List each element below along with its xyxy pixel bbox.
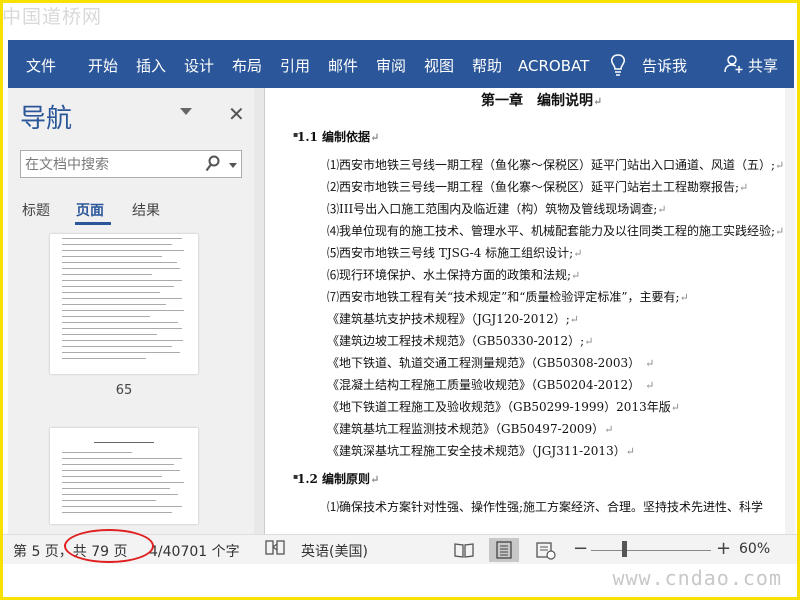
tab-results[interactable]: 结果 bbox=[132, 200, 160, 220]
language-status[interactable]: 英语(美国) bbox=[301, 541, 368, 561]
watermark-top: 中国道桥网 bbox=[2, 6, 103, 28]
section-heading-1-2: 1.2 编制原则↵ bbox=[297, 472, 380, 486]
close-icon[interactable]: ✕ bbox=[228, 102, 245, 126]
zoom-level[interactable]: 60% bbox=[739, 541, 770, 557]
list-item: 《建筑基坑工程监测技术规范》（GB50497-2009）↵ bbox=[327, 422, 614, 436]
document-area[interactable]: 第一章 编制说明↵ ▪ 1.1 编制依据↵ ⑴西安市地铁三号线一期工程（鱼化寨～… bbox=[264, 88, 795, 534]
tab-review[interactable]: 审阅 bbox=[376, 40, 406, 88]
tab-design[interactable]: 设计 bbox=[184, 40, 214, 88]
chapter-title: 第一章 编制说明↵ bbox=[481, 93, 603, 109]
zoom-in-button[interactable]: + bbox=[716, 538, 731, 559]
tab-insert[interactable]: 插入 bbox=[136, 40, 166, 88]
tab-acrobat[interactable]: ACROBAT bbox=[518, 40, 589, 88]
list-item: ⑸西安市地铁三号线 TJSG-4 标施工组织设计;↵ bbox=[327, 246, 583, 260]
list-item: ⑺西安市地铁工程有关“技术规定”和“质量检验评定标准”，主要有;↵ bbox=[327, 290, 689, 304]
print-layout-button[interactable] bbox=[489, 538, 519, 562]
list-item: ⑷我单位现有的施工技术、管理水平、机械配套能力及以往同类工程的施工实践经验;↵ bbox=[327, 224, 785, 238]
list-item: 《地下铁道、轨道交通工程测量规范》（GB50308-2003） ↵ bbox=[327, 356, 655, 370]
tab-mailings[interactable]: 邮件 bbox=[328, 40, 358, 88]
tab-file[interactable]: 文件 bbox=[26, 40, 56, 88]
nav-title: 导航 bbox=[20, 104, 73, 134]
share-person-icon[interactable] bbox=[724, 54, 744, 78]
search-box[interactable] bbox=[20, 150, 242, 178]
page-count-status[interactable]: 第 5 页，共 79 页 bbox=[13, 541, 128, 561]
zoom-slider-track[interactable] bbox=[591, 550, 711, 551]
tab-help[interactable]: 帮助 bbox=[472, 40, 502, 88]
watermark-bottom: www.cndao.com bbox=[612, 566, 782, 590]
lightbulb-icon[interactable] bbox=[610, 54, 626, 80]
nav-scrollbar[interactable] bbox=[254, 88, 264, 534]
list-item: 《建筑边坡工程技术规范》（GB50330-2012）;↵ bbox=[327, 334, 594, 348]
list-item: 《建筑深基坑工程施工安全技术规范》（JGJ311-2013）↵ bbox=[327, 444, 635, 458]
proofing-icon[interactable] bbox=[265, 539, 285, 561]
active-tab-underline bbox=[75, 222, 111, 225]
page-thumbnail-65[interactable] bbox=[50, 234, 198, 374]
tab-home[interactable]: 开始 bbox=[88, 40, 118, 88]
chevron-down-icon[interactable] bbox=[180, 108, 192, 115]
status-bar: 第 5 页，共 79 页 4/40701 个字 英语(美国) − + 60% bbox=[3, 534, 797, 565]
page-thumbnail-next[interactable] bbox=[50, 428, 198, 524]
tab-pages[interactable]: 页面 bbox=[76, 200, 104, 220]
tab-view[interactable]: 视图 bbox=[424, 40, 454, 88]
tab-headings[interactable]: 标题 bbox=[22, 200, 50, 220]
top-strip bbox=[3, 3, 797, 40]
list-item: ⑹现行环境保护、水土保持方面的政策和法规;↵ bbox=[327, 268, 581, 282]
list-item: 《建筑基坑支护技术规程》（JGJ120-2012）;↵ bbox=[327, 312, 579, 326]
list-item: 《混凝土结构工程施工质量验收规范》（GB50204-2012） ↵ bbox=[327, 378, 655, 392]
search-input[interactable] bbox=[23, 153, 197, 177]
search-icon[interactable] bbox=[205, 155, 221, 177]
zoom-slider-thumb[interactable] bbox=[622, 541, 627, 557]
word-count-status[interactable]: 4/40701 个字 bbox=[149, 541, 240, 561]
list-item: ⑶III号出入口施工范围内及临近建（构）筑物及管线现场调查;↵ bbox=[327, 202, 667, 216]
tell-me-button[interactable]: 告诉我 bbox=[642, 40, 687, 88]
read-mode-button[interactable] bbox=[449, 538, 479, 562]
list-item: ⑴西安市地铁三号线一期工程（鱼化寨～保税区）延平门站出入口通道、风道（五）;↵ bbox=[327, 158, 785, 172]
search-options-caret-icon[interactable] bbox=[229, 163, 237, 168]
navigation-pane: 导航 ✕ 标题 页面 结果 65 bbox=[8, 88, 264, 534]
ribbon: 文件 开始 插入 设计 布局 引用 邮件 审阅 视图 帮助 ACROBAT 告诉… bbox=[8, 40, 794, 88]
tab-layout[interactable]: 布局 bbox=[232, 40, 262, 88]
document-scrollbar[interactable] bbox=[785, 88, 795, 534]
list-item: 《地下铁道工程施工及验收规范》（GB50299-1999）2013年版↵ bbox=[327, 400, 680, 414]
thumbnail-page-number: 65 bbox=[115, 383, 133, 398]
list-item: ⑵西安市地铁三号线一期工程（鱼化寨～保税区）延平门站岩土工程勘察报告;↵ bbox=[327, 180, 749, 194]
section-heading-1-1: 1.1 编制依据↵ bbox=[297, 130, 380, 144]
tab-references[interactable]: 引用 bbox=[280, 40, 310, 88]
share-button[interactable]: 共享 bbox=[748, 40, 778, 88]
zoom-out-button[interactable]: − bbox=[573, 538, 588, 559]
list-item: ⑴确保技术方案针对性强、操作性强;施工方案经济、合理。坚持技术先进性、科学 bbox=[327, 500, 764, 514]
web-layout-button[interactable] bbox=[531, 538, 561, 562]
